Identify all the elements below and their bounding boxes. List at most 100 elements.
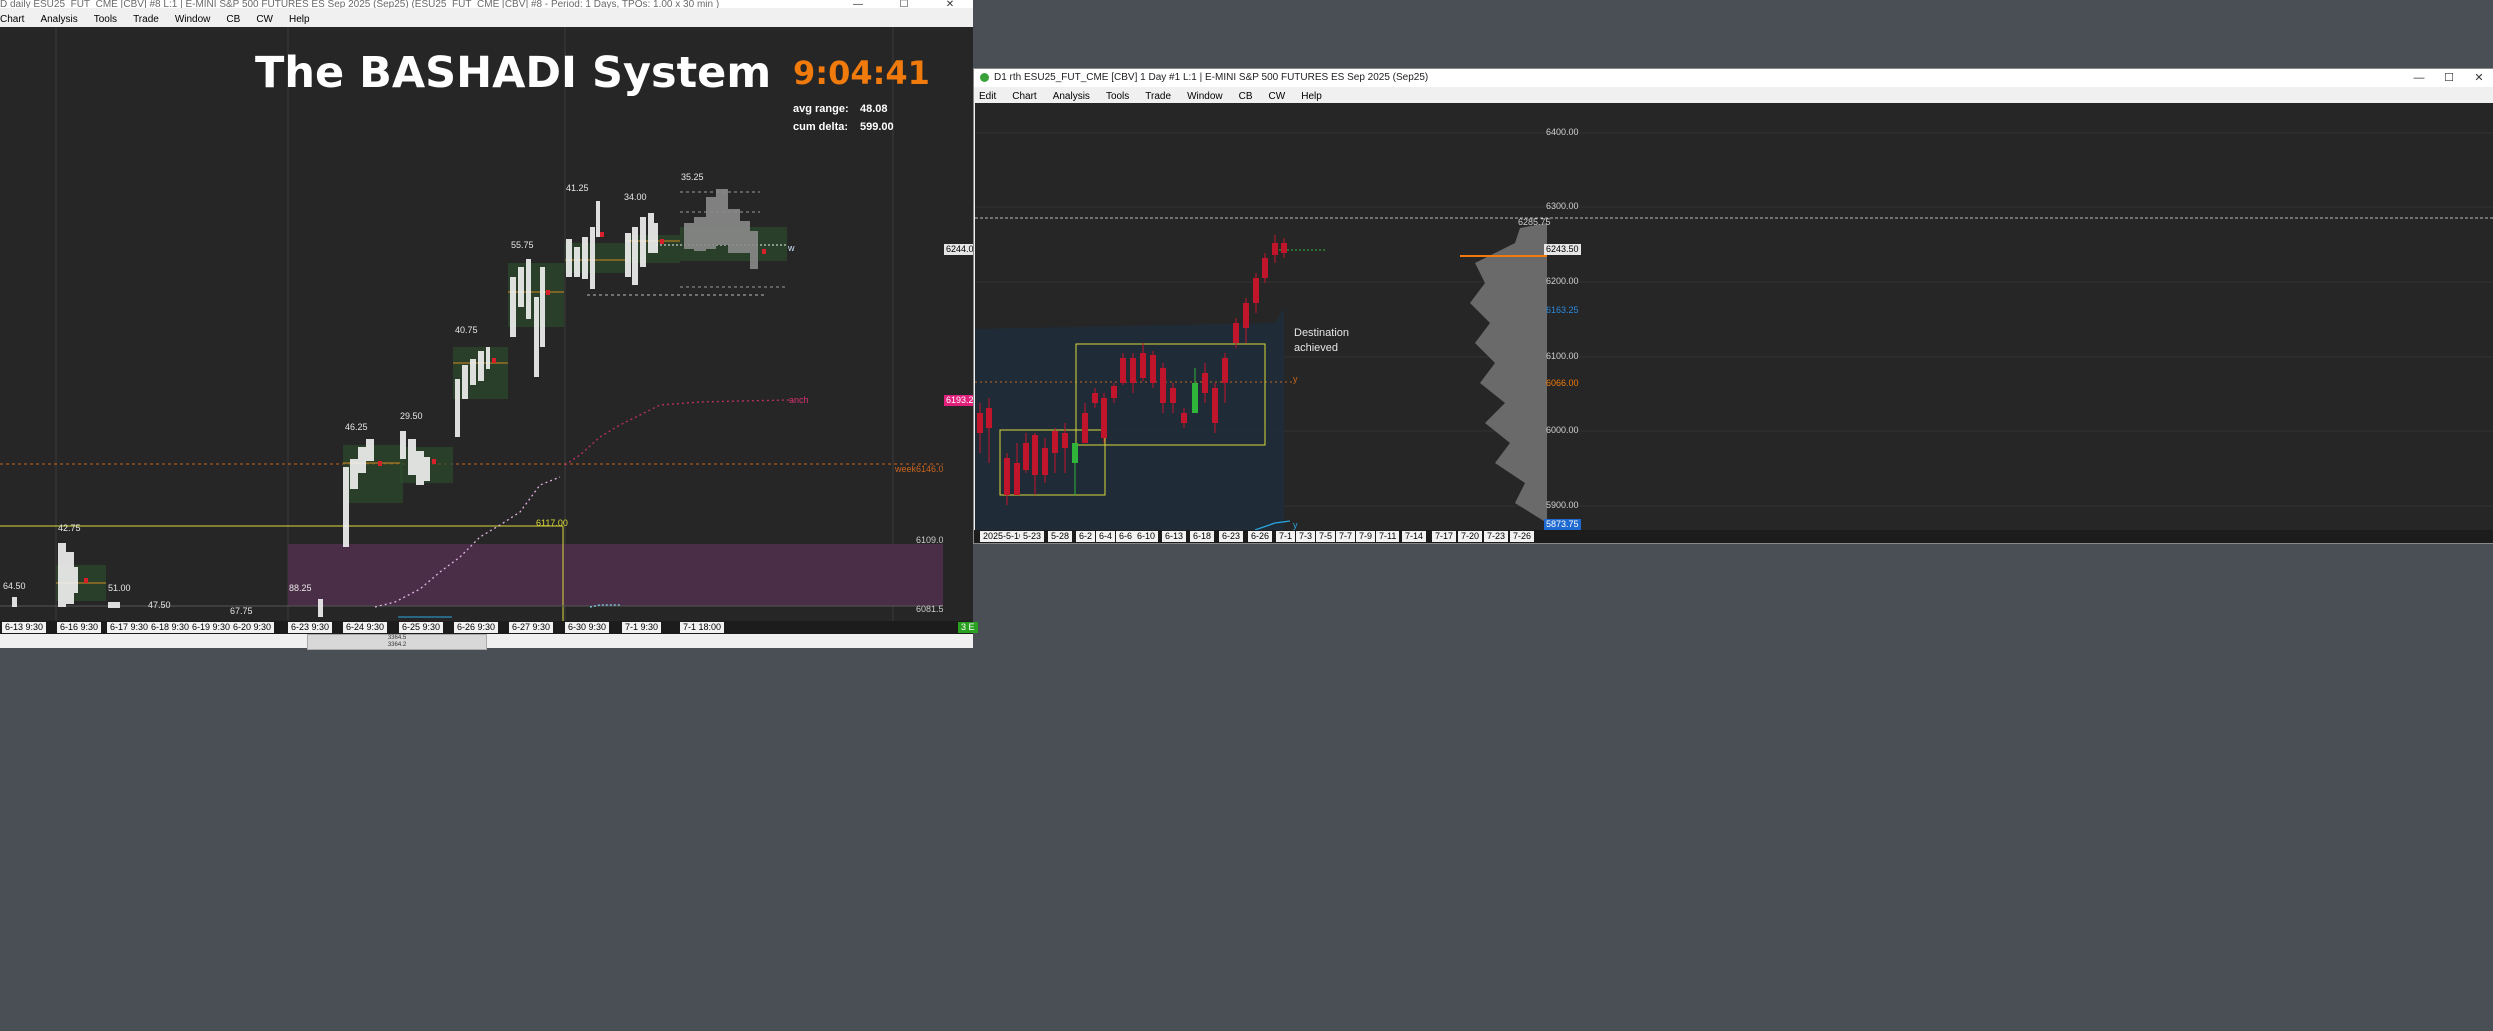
candle-series	[977, 235, 1287, 505]
time-tick: 6-20 9:30	[230, 622, 275, 633]
w-label: w	[788, 243, 795, 253]
date-tick: 6-23	[1219, 531, 1244, 542]
week-label: week	[895, 464, 917, 474]
left-menubar: Chart Analysis Tools Trade Window CB CW …	[0, 12, 973, 26]
corner-badge[interactable]: 3 E	[958, 622, 978, 633]
candle	[986, 398, 992, 463]
date-tick: 7-26	[1510, 531, 1535, 542]
time-tick: 6-26 9:30	[454, 622, 499, 633]
y-bottom-label: y	[1293, 520, 1298, 530]
candle	[1202, 363, 1208, 403]
range-label: 47.50	[148, 600, 171, 610]
date-tick: 7-23	[1484, 531, 1509, 542]
range-label: 42.75	[58, 523, 81, 533]
level-6117-label: 6117.00	[536, 518, 568, 528]
menu-trade[interactable]: Trade	[125, 14, 167, 25]
candle	[1042, 438, 1048, 483]
menu-help[interactable]: Help	[281, 14, 318, 25]
candle	[1170, 383, 1176, 413]
cum-delta-value: 599.00	[860, 121, 894, 133]
range-label: 41.25	[566, 183, 589, 193]
right-window-titlebar[interactable]: D1 rth ESU25_FUT_CME [CBV] 1 Day #1 L:1 …	[974, 69, 2493, 87]
minimize-button[interactable]: —	[835, 0, 881, 8]
menu-tools[interactable]: Tools	[1098, 91, 1137, 102]
candle	[977, 403, 983, 453]
minimize-button[interactable]: —	[2404, 69, 2434, 87]
time-tick: 6-16 9:30	[57, 622, 102, 633]
menu-trade[interactable]: Trade	[1137, 91, 1179, 102]
menu-window[interactable]: Window	[167, 14, 219, 25]
date-tick: 7-5	[1316, 531, 1336, 542]
candle	[1004, 453, 1010, 505]
candle	[1072, 443, 1078, 495]
time-tick: 6-30 9:30	[565, 622, 610, 633]
candle	[1222, 353, 1228, 403]
left-window-titlebar[interactable]: D daily ESU25_FUT_CME [CBV] #8 L:1 | E-M…	[0, 0, 973, 8]
candle	[1253, 273, 1259, 313]
system-title: The BASHADI System	[255, 48, 772, 98]
candle	[1082, 403, 1088, 443]
candle	[1281, 238, 1287, 258]
anch-label: anch	[789, 395, 809, 405]
menu-chart[interactable]: Chart	[1004, 91, 1044, 102]
axis-price: 6300.00	[1546, 201, 1579, 211]
volume-value: 3364.5	[387, 635, 407, 641]
range-label: 51.00	[108, 583, 131, 593]
range-label: 34.00	[624, 192, 647, 202]
menu-help[interactable]: Help	[1293, 91, 1330, 102]
candle	[1262, 253, 1268, 283]
range-label: 46.25	[345, 422, 368, 432]
menu-cb[interactable]: CB	[1231, 91, 1261, 102]
left-chart-window[interactable]: D daily ESU25_FUT_CME [CBV] #8 L:1 | E-M…	[0, 0, 981, 650]
cum-delta-label: cum delta:	[793, 121, 849, 133]
close-button[interactable]: ✕	[2464, 69, 2493, 87]
candle-chart-area[interactable]: Destination achieved y y	[975, 103, 2493, 530]
axis-price: 6400.00	[1546, 127, 1579, 137]
tpo-chart-graphics	[0, 27, 943, 621]
date-tick: 7-20	[1458, 531, 1483, 542]
range-label: 29.50	[400, 411, 423, 421]
time-tick: 6-23 9:30	[288, 622, 333, 633]
right-price-label: 6109.00	[916, 535, 943, 545]
date-tick: 7-3	[1296, 531, 1316, 542]
range-label: 64.50	[3, 581, 26, 591]
candle	[1052, 428, 1058, 473]
candle	[1120, 353, 1126, 385]
candle	[1140, 343, 1146, 381]
menu-cw[interactable]: CW	[1261, 91, 1294, 102]
menu-analysis[interactable]: Analysis	[32, 14, 85, 25]
menu-window[interactable]: Window	[1179, 91, 1231, 102]
time-tick: 6-17 9:30	[107, 622, 152, 633]
maximize-button[interactable]: ☐	[881, 0, 927, 8]
candle	[1272, 235, 1278, 263]
left-price-axis[interactable]: 6244.00 6193.25	[943, 27, 981, 621]
menu-tools[interactable]: Tools	[86, 14, 125, 25]
avg-range-value: 48.08	[860, 103, 888, 115]
time-tick: 6-27 9:30	[509, 622, 554, 633]
menu-analysis[interactable]: Analysis	[1045, 91, 1098, 102]
date-tick: 5-23	[1020, 531, 1045, 542]
menu-cw[interactable]: CW	[248, 14, 281, 25]
date-tick: 6-13	[1162, 531, 1187, 542]
maximize-button[interactable]: ☐	[2434, 69, 2464, 87]
range-label: 88.25	[289, 583, 312, 593]
candle	[1062, 423, 1068, 473]
range-label: 40.75	[455, 325, 478, 335]
menu-cb[interactable]: CB	[218, 14, 248, 25]
candle	[1150, 351, 1156, 388]
menu-chart[interactable]: Chart	[0, 14, 32, 25]
date-tick: 7-1	[1276, 531, 1296, 542]
y-level-label: y	[1293, 374, 1298, 384]
left-window-title: D daily ESU25_FUT_CME [CBV] #8 L:1 | E-M…	[0, 0, 720, 8]
range-label: 67.75	[230, 606, 253, 616]
right-chart-window[interactable]: D1 rth ESU25_FUT_CME [CBV] 1 Day #1 L:1 …	[973, 68, 2493, 544]
left-time-axis[interactable]: 6-13 9:30 6-16 9:30 6-17 9:30 6-18 9:30 …	[0, 621, 978, 634]
tpo-chart-area[interactable]: The BASHADI System 9:04:41 avg range: 48…	[0, 27, 943, 621]
axis-price: 6200.00	[1546, 276, 1579, 286]
anch-curve	[564, 399, 791, 466]
purple-zone	[288, 544, 943, 606]
right-time-axis[interactable]: 2025-5-16 5-23 5-28 6-2 6-4 6-6 6-10 6-1…	[974, 530, 2493, 543]
menu-edit[interactable]: Edit	[974, 91, 1004, 102]
candle	[1243, 298, 1249, 343]
close-button[interactable]: ✕	[927, 0, 973, 8]
